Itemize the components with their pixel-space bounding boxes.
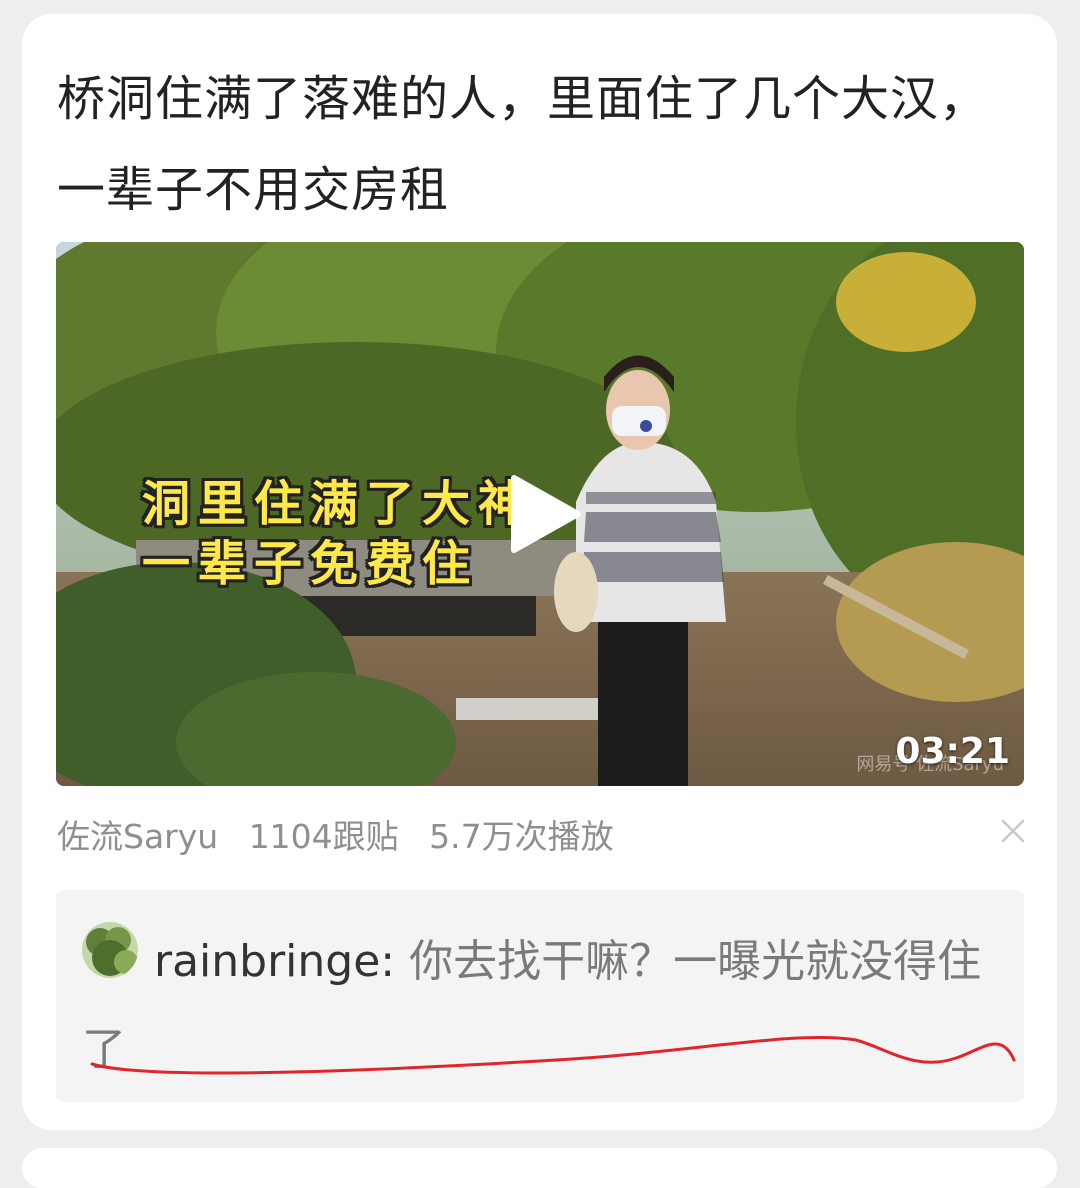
featured-comment[interactable]: rainbringe: 你去找干嘛？一曝光就没得住了 bbox=[56, 890, 1024, 1102]
video-duration: 03:21 bbox=[895, 731, 1010, 772]
video-caption-line2: 一辈子免费住 bbox=[142, 536, 479, 592]
play-count: 5.7万次播放 bbox=[429, 817, 614, 856]
next-feed-card[interactable] bbox=[22, 1148, 1057, 1188]
comment-username[interactable]: rainbringe: bbox=[154, 936, 395, 987]
feed-card[interactable]: 桥洞住满了落难的人，里面住了几个大汉，一辈子不用交房租 洞里住满了大神 一辈子免… bbox=[22, 14, 1057, 1130]
close-icon[interactable] bbox=[1000, 818, 1026, 844]
post-meta: 佐流Saryu 1104跟贴 5.7万次播放 bbox=[57, 810, 634, 858]
handwritten-underline bbox=[90, 1035, 1016, 1075]
author-name[interactable]: 佐流Saryu bbox=[57, 817, 218, 856]
play-icon[interactable] bbox=[508, 474, 582, 554]
reply-count: 1104跟贴 bbox=[248, 817, 399, 856]
post-title[interactable]: 桥洞住满了落难的人，里面住了几个大汉，一辈子不用交房租 bbox=[57, 54, 1017, 236]
video-player[interactable]: 洞里住满了大神 一辈子免费住 网易号 佐流Saryu 03:21 bbox=[56, 242, 1024, 786]
